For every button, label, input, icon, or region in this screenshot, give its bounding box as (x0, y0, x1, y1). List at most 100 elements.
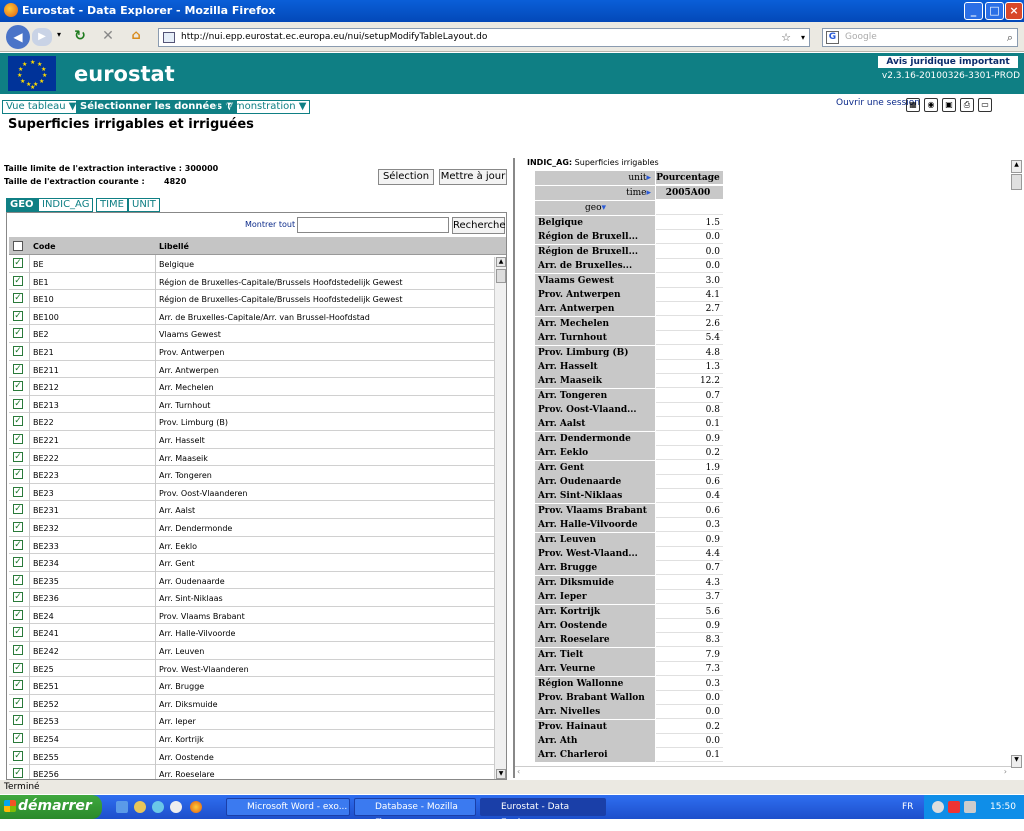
table-row[interactable]: ✓ BE253 Arr. Ieper (9, 712, 494, 731)
row-checkbox[interactable]: ✓ (13, 381, 23, 392)
table-row[interactable]: ✓ BE232 Arr. Dendermonde (9, 519, 494, 537)
home-icon[interactable]: ⌂ (128, 28, 144, 44)
forward-button[interactable]: ▶ (32, 28, 52, 46)
language-indicator[interactable]: FR (902, 795, 913, 819)
select-all-checkbox[interactable] (13, 241, 23, 251)
scroll-down-icon[interactable]: ▼ (496, 769, 506, 779)
table-row[interactable]: ✓ BE212 Arr. Mechelen (9, 378, 494, 396)
row-checkbox[interactable]: ✓ (13, 398, 23, 409)
tray-network-icon[interactable] (932, 801, 944, 813)
list-scrollbar[interactable]: ▲ ▼ (494, 257, 506, 779)
menu-vue-tableau[interactable]: Vue tableau ▼ (2, 100, 81, 114)
row-checkbox[interactable]: ✓ (13, 433, 23, 444)
table-row[interactable]: ✓ BE22 Prov. Limburg (B) (9, 413, 494, 431)
table-row[interactable]: ✓ BE23 Prov. Oost-Vlaanderen (9, 484, 494, 502)
menu-demonstration[interactable]: Démonstration ▼ (217, 100, 311, 114)
table-row[interactable]: ✓ BE256 Arr. Roeselare (9, 765, 494, 779)
maximize-button[interactable]: □ (985, 2, 1004, 20)
table-row[interactable]: ✓ BE234 Arr. Gent (9, 554, 494, 572)
search-icon[interactable]: ⌕ (1007, 29, 1013, 46)
row-checkbox[interactable]: ✓ (13, 258, 23, 268)
row-checkbox[interactable]: ✓ (13, 416, 23, 427)
table-row[interactable]: ✓ BE252 Arr. Diksmuide (9, 695, 494, 713)
tray-security-icon[interactable] (948, 801, 960, 813)
quicklaunch-explorer-icon[interactable] (116, 801, 128, 813)
row-checkbox[interactable]: ✓ (13, 574, 23, 585)
web-search-input[interactable]: G Google ⌕ (822, 28, 1018, 47)
table-row[interactable]: ✓ BE213 Arr. Turnhout (9, 396, 494, 414)
tab-geo[interactable]: GEO (6, 198, 38, 212)
selection-button[interactable]: Sélection (378, 169, 434, 185)
menu-selectionner-donnees[interactable]: Sélectionner les données ▼ (76, 100, 238, 114)
row-checkbox[interactable]: ✓ (13, 469, 23, 480)
show-all-link[interactable]: Montrer tout (245, 220, 295, 229)
row-checkbox[interactable]: ✓ (13, 733, 23, 744)
tab-indic-ag[interactable]: INDIC_AG (38, 198, 94, 212)
table-row[interactable]: ✓ BE222 Arr. Maaseik (9, 449, 494, 467)
quicklaunch-ie-icon[interactable] (134, 801, 146, 813)
hscroll-left-icon[interactable]: ‹ (517, 767, 520, 776)
row-checkbox[interactable]: ✓ (13, 680, 23, 691)
row-checkbox[interactable]: ✓ (13, 328, 23, 339)
data-scroll-thumb[interactable] (1011, 174, 1022, 190)
table-row[interactable]: ✓ BE221 Arr. Hasselt (9, 431, 494, 449)
task-word[interactable]: Microsoft Word - exo... (226, 798, 350, 816)
quicklaunch-firefox-icon[interactable] (190, 801, 202, 813)
scroll-thumb[interactable] (496, 269, 506, 283)
row-checkbox[interactable]: ✓ (13, 521, 23, 532)
stop-icon[interactable]: ✕ (100, 28, 116, 44)
row-checkbox[interactable]: ✓ (13, 697, 23, 708)
update-button[interactable]: Mettre à jour (439, 169, 507, 185)
print-icon[interactable]: ⎙ (960, 98, 974, 112)
table-row[interactable]: ✓ BE21 Prov. Antwerpen (9, 343, 494, 361)
filter-input[interactable] (297, 217, 449, 233)
row-checkbox[interactable]: ✓ (13, 310, 23, 321)
table-row[interactable]: ✓ BE255 Arr. Oostende (9, 748, 494, 766)
table-row[interactable]: ✓ BE242 Arr. Leuven (9, 642, 494, 660)
back-button[interactable]: ◀ (6, 25, 30, 49)
tab-unit[interactable]: UNIT (128, 198, 160, 212)
minimize-button[interactable]: _ (964, 2, 983, 20)
hscroll-right-icon[interactable]: › (1004, 767, 1007, 776)
folder-icon[interactable]: ▭ (978, 98, 992, 112)
row-checkbox[interactable]: ✓ (13, 592, 23, 603)
tab-time[interactable]: TIME (96, 198, 129, 212)
table-row[interactable]: ✓ BE241 Arr. Halle-Vilvoorde (9, 624, 494, 643)
table-row[interactable]: ✓ BE251 Arr. Brugge (9, 677, 494, 695)
task-eurostat[interactable]: Eurostat - Data Explo... (480, 798, 606, 828)
table-row[interactable]: ✓ BE1 Région de Bruxelles-Capitale/Brussel… (9, 273, 494, 291)
start-button[interactable]: démarrer (0, 795, 102, 819)
table-row[interactable]: ✓ BE10 Région de Bruxelles-Capitale/Brusse… (9, 290, 494, 308)
reload-icon[interactable]: ↻ (72, 28, 88, 44)
row-checkbox[interactable]: ✓ (13, 715, 23, 726)
table-row[interactable]: ✓ BE236 Arr. Sint-Niklaas (9, 589, 494, 607)
row-checkbox[interactable]: ✓ (13, 345, 23, 356)
row-checkbox[interactable]: ✓ (13, 645, 23, 656)
row-checkbox[interactable]: ✓ (13, 609, 23, 620)
tray-volume-icon[interactable] (964, 801, 976, 813)
row-checkbox[interactable]: ✓ (13, 293, 23, 304)
task-database[interactable]: Database - Mozilla Fir... (354, 798, 476, 828)
table-row[interactable]: ✓ BE233 Arr. Eeklo (9, 537, 494, 555)
row-checkbox[interactable]: ✓ (13, 275, 23, 286)
row-checkbox[interactable]: ✓ (13, 557, 23, 568)
table-row[interactable]: ✓ BE25 Prov. West-Vlaanderen (9, 660, 494, 678)
table-view-icon[interactable]: ▦ (906, 98, 920, 112)
row-checkbox[interactable]: ✓ (13, 539, 23, 550)
table-row[interactable]: ✓ BE24 Prov. Vlaams Brabant (9, 607, 494, 625)
url-bar[interactable]: http://nui.epp.eurostat.ec.europa.eu/nui… (158, 28, 810, 47)
data-scroll-up-icon[interactable]: ▲ (1011, 160, 1022, 173)
google-icon[interactable]: G (826, 31, 839, 44)
save-icon[interactable]: ▣ (942, 98, 956, 112)
bookmark-star-icon[interactable]: ☆ (781, 29, 791, 46)
table-row[interactable]: ✓ BE211 Arr. Antwerpen (9, 361, 494, 379)
table-row[interactable]: ✓ BE2 Vlaams Gewest (9, 325, 494, 343)
data-scroll-down-icon[interactable]: ▼ (1011, 755, 1022, 768)
table-row[interactable]: ✓ BE100 Arr. de Bruxelles-Capitale/Arr. va… (9, 308, 494, 326)
time-arrow-icon[interactable]: ▸ (646, 188, 651, 198)
row-checkbox[interactable]: ✓ (13, 486, 23, 497)
table-row[interactable]: ✓ BE Belgique (9, 255, 494, 273)
data-scrollbar[interactable]: ▲ ▼ (1011, 160, 1023, 768)
scroll-up-icon[interactable]: ▲ (496, 257, 506, 267)
row-checkbox[interactable]: ✓ (13, 451, 23, 462)
